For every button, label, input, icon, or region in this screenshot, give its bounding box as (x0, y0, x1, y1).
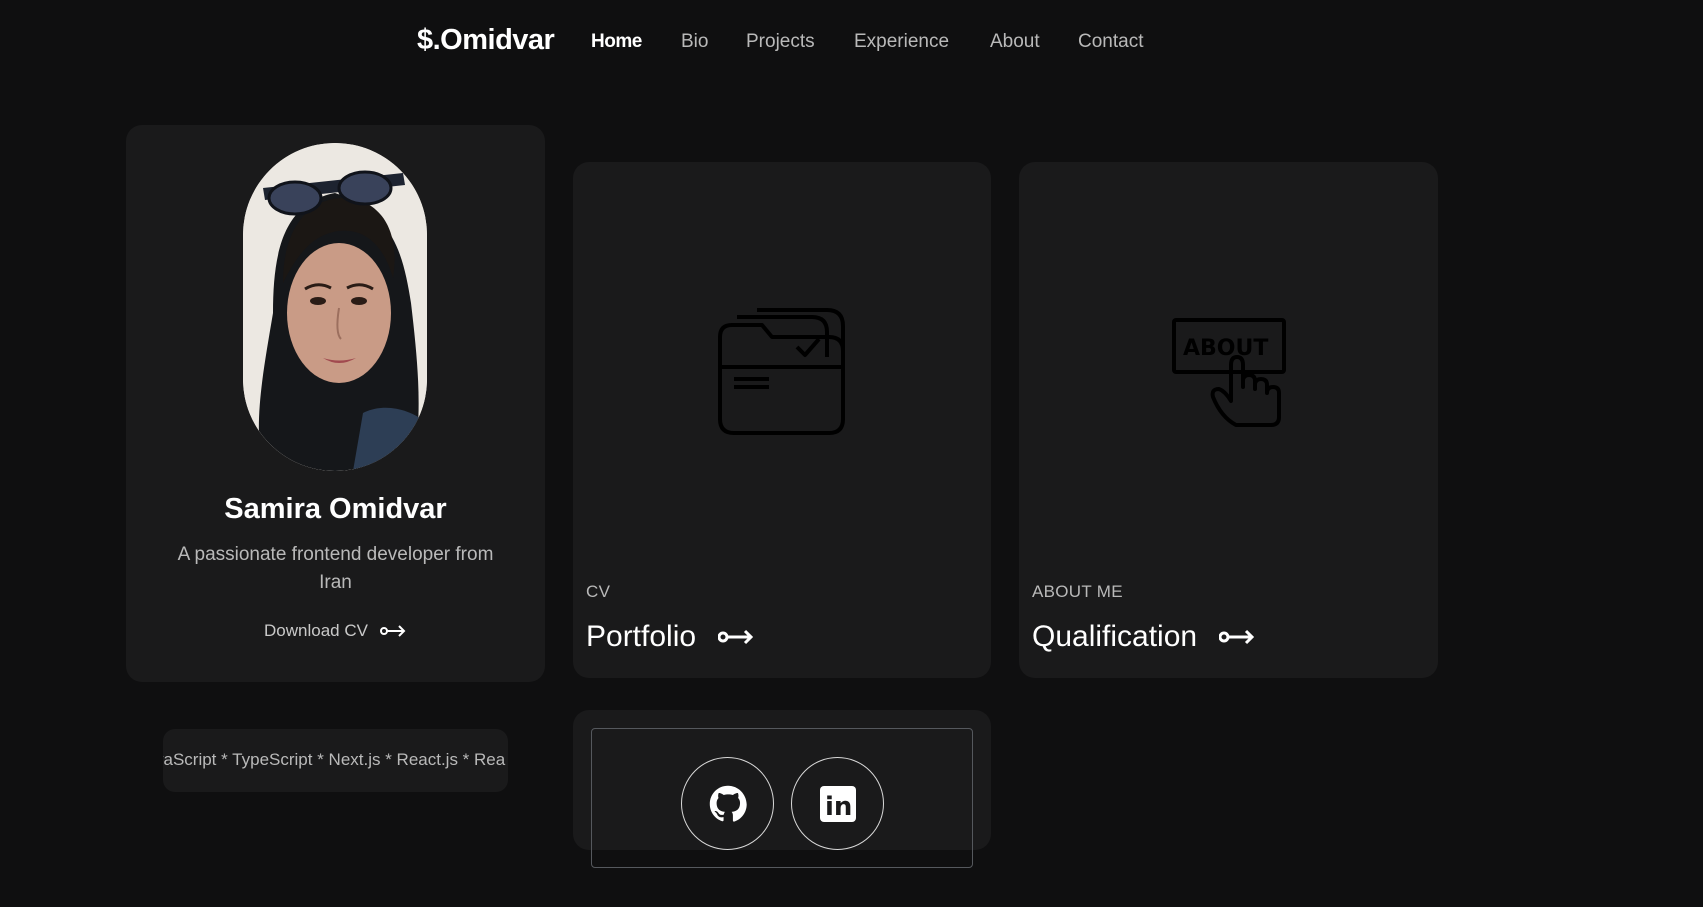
download-cv-label: Download CV (264, 621, 368, 640)
brand-logo[interactable]: $.Omidvar (417, 24, 555, 57)
qualification-link[interactable]: Qualification (1032, 620, 1255, 654)
arrow-right-icon (379, 625, 406, 637)
cv-kicker: CV (586, 582, 611, 601)
social-card: in (573, 710, 991, 868)
nav-home[interactable]: Home (591, 31, 642, 53)
skills-ticker: vaScript * TypeScript * Next.js * React.… (163, 729, 508, 792)
avatar-portrait (243, 143, 427, 471)
download-cv-link[interactable]: Download CV (264, 621, 406, 641)
about-icon-text: ABOUT (1183, 336, 1268, 361)
portfolio-link[interactable]: Portfolio (586, 620, 754, 654)
social-links: in (591, 728, 973, 868)
arrow-right-icon (718, 629, 754, 645)
folder-icon (718, 308, 845, 435)
profile-tagline: A passionate frontend developer from Ira… (177, 544, 494, 593)
arrow-right-icon (1219, 629, 1255, 645)
profile-card: Samira Omidvar A passionate frontend dev… (126, 125, 545, 682)
nav-about[interactable]: About (990, 31, 1040, 53)
nav-contact[interactable]: Contact (1078, 31, 1143, 53)
github-button[interactable] (681, 757, 774, 850)
linkedin-icon: in (819, 785, 856, 822)
avatar (243, 143, 427, 471)
linkedin-icon-text: in (825, 792, 852, 822)
nav-experience[interactable]: Experience (854, 31, 949, 53)
cv-card[interactable]: CV Portfolio (573, 162, 991, 678)
nav-projects[interactable]: Projects (746, 31, 815, 53)
nav-bio[interactable]: Bio (681, 31, 708, 53)
skills-ticker-text: vaScript * TypeScript * Next.js * React.… (163, 750, 506, 769)
about-kicker: ABOUT ME (1032, 582, 1123, 601)
profile-name: Samira Omidvar (224, 493, 447, 525)
linkedin-button[interactable]: in (791, 757, 884, 850)
portfolio-title: Portfolio (586, 620, 697, 653)
qualification-title: Qualification (1032, 620, 1198, 653)
about-card[interactable]: ABOUT ABOUT ME Qualification (1019, 162, 1438, 678)
github-icon (709, 785, 747, 822)
top-navbar: $.Omidvar Home Bio Projects Experience A… (0, 0, 1568, 84)
about-click-icon: ABOUT (1172, 318, 1286, 427)
